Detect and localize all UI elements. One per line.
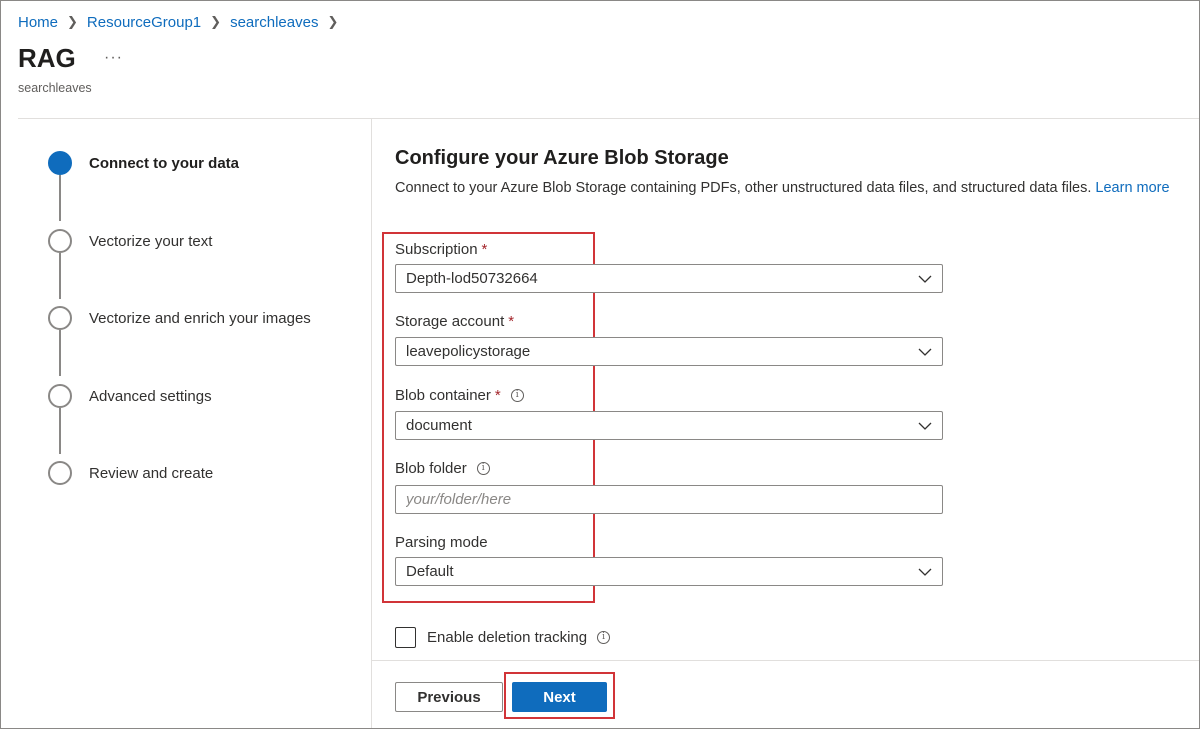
page-title: RAG <box>18 43 76 73</box>
app-frame: Home ❯ ResourceGroup1 ❯ searchleaves ❯ R… <box>0 0 1200 729</box>
chevron-down-icon <box>918 275 932 283</box>
more-options-icon[interactable]: ··· <box>104 49 123 67</box>
step-vectorize-text[interactable]: Vectorize your text <box>48 229 212 253</box>
step-indicator-icon <box>48 306 72 330</box>
chevron-right-icon: ❯ <box>67 14 78 29</box>
previous-button[interactable]: Previous <box>395 682 503 712</box>
chevron-down-icon <box>918 348 932 356</box>
breadcrumb-search-service[interactable]: searchleaves <box>230 14 318 31</box>
storage-account-label: Storage account * <box>395 313 514 330</box>
subscription-label: Subscription * <box>395 241 487 258</box>
deletion-tracking-checkbox[interactable] <box>395 627 416 648</box>
chevron-down-icon <box>918 568 932 576</box>
breadcrumb-home[interactable]: Home <box>18 14 58 31</box>
blob-container-value: document <box>406 417 472 434</box>
required-marker: * <box>481 241 488 258</box>
step-indicator-icon <box>48 384 72 408</box>
breadcrumb: Home ❯ ResourceGroup1 ❯ searchleaves ❯ <box>18 11 347 33</box>
deletion-tracking-label: Enable deletion tracking <box>427 629 588 646</box>
subscription-label-text: Subscription <box>395 241 478 258</box>
step-label: Connect to your data <box>89 154 240 172</box>
parsing-mode-value: Default <box>406 563 454 580</box>
form-description-text: Connect to your Azure Blob Storage conta… <box>395 180 1092 196</box>
footer-divider <box>372 660 1199 661</box>
blob-container-select[interactable]: document <box>395 411 943 440</box>
learn-more-link[interactable]: Learn more <box>1095 180 1169 196</box>
step-connect-data[interactable]: Connect to your data <box>48 151 239 175</box>
chevron-right-icon: ❯ <box>327 14 339 29</box>
header-divider <box>18 118 1199 119</box>
step-connector <box>59 253 61 299</box>
deletion-tracking-row[interactable]: Enable deletion tracking i <box>395 627 611 648</box>
panel-divider <box>371 119 372 728</box>
required-marker: * <box>508 313 515 330</box>
blob-folder-input[interactable] <box>395 485 943 514</box>
step-indicator-icon <box>48 461 72 485</box>
parsing-mode-select[interactable]: Default <box>395 557 943 586</box>
storage-account-select[interactable]: leavepolicystorage <box>395 337 943 366</box>
info-icon[interactable]: i <box>510 389 524 402</box>
info-icon[interactable]: i <box>476 462 490 475</box>
form-title: Configure your Azure Blob Storage <box>395 147 729 169</box>
storage-account-label-text: Storage account <box>395 313 505 330</box>
step-active-indicator-icon <box>48 151 72 175</box>
blob-folder-label: Blob folder i <box>395 460 490 477</box>
info-icon[interactable]: i <box>597 631 611 644</box>
blob-container-label: Blob container * i <box>395 387 524 404</box>
chevron-down-icon <box>918 422 932 430</box>
required-marker: * <box>494 387 501 404</box>
step-indicator-icon <box>48 229 72 253</box>
step-connector <box>59 330 61 376</box>
step-advanced-settings[interactable]: Advanced settings <box>48 384 212 408</box>
subscription-value: Depth-lod50732664 <box>406 270 538 287</box>
page-subtitle: searchleaves <box>18 81 92 95</box>
subscription-select[interactable]: Depth-lod50732664 <box>395 264 943 293</box>
step-label: Vectorize your text <box>89 232 213 250</box>
parsing-mode-label-text: Parsing mode <box>395 534 488 551</box>
step-review-create[interactable]: Review and create <box>48 461 213 485</box>
blob-folder-label-text: Blob folder <box>395 460 467 477</box>
parsing-mode-label: Parsing mode <box>395 534 488 551</box>
step-connector <box>59 408 61 454</box>
blob-container-label-text: Blob container <box>395 387 491 404</box>
step-label: Review and create <box>89 464 214 482</box>
step-label: Vectorize and enrich your images <box>89 309 311 327</box>
step-label: Advanced settings <box>89 387 212 405</box>
step-vectorize-images[interactable]: Vectorize and enrich your images <box>48 306 311 330</box>
breadcrumb-resource-group[interactable]: ResourceGroup1 <box>87 14 201 31</box>
next-button[interactable]: Next <box>512 682 607 712</box>
form-description: Connect to your Azure Blob Storage conta… <box>395 180 1170 196</box>
chevron-right-icon: ❯ <box>210 14 222 29</box>
step-connector <box>59 175 61 221</box>
storage-account-value: leavepolicystorage <box>406 343 531 360</box>
